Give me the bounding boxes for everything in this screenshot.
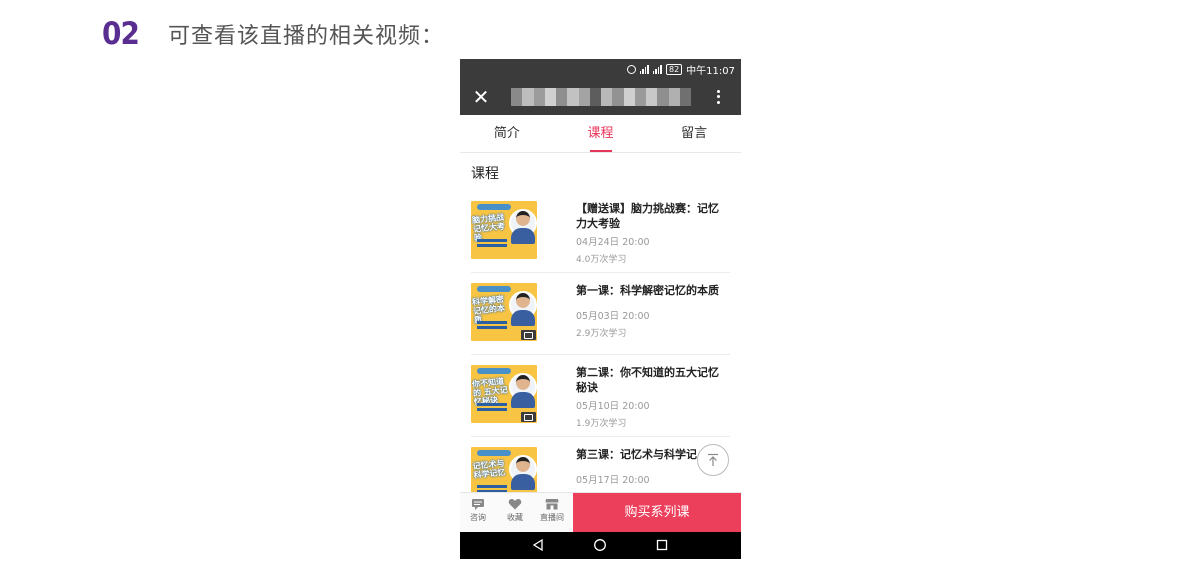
course-thumbnail: 你不知道的 五大记忆秘诀	[471, 365, 537, 423]
list-item[interactable]: 科学解密 记忆的本质 第一课：科学解密记忆的本质 05月03日 20:00 2.…	[471, 273, 730, 355]
consult-label: 咨询	[470, 513, 486, 522]
more-icon[interactable]	[712, 86, 724, 108]
course-list: 脑力挑战 记忆大考验 【赠送课】脑力挑战赛：记忆力大考验 04月24日 20:0…	[471, 191, 730, 519]
video-icon	[521, 412, 536, 422]
list-item[interactable]: 你不知道的 五大记忆秘诀 第二课：你不知道的五大记忆秘诀 05月10日 20:0…	[471, 355, 730, 437]
chat-icon	[472, 499, 484, 510]
course-title: 【赠送课】脑力挑战赛：记忆力大考验	[576, 202, 719, 230]
live-room-button[interactable]: 直播间	[536, 498, 568, 523]
course-study-count: 2.9万次学习	[576, 329, 627, 339]
course-title: 第一课：科学解密记忆的本质	[576, 284, 719, 297]
buy-series-button[interactable]: 购买系列课	[573, 493, 741, 533]
favorite-button[interactable]: 收藏	[499, 498, 531, 523]
course-date: 05月10日 20:00	[576, 401, 650, 412]
video-icon	[521, 330, 536, 340]
bottom-action-bar: 咨询 收藏 直播间 购买系列课	[460, 492, 741, 533]
tab-comments[interactable]: 留言	[647, 115, 741, 152]
recents-icon[interactable]	[655, 538, 669, 552]
course-thumbnail: 脑力挑战 记忆大考验	[471, 201, 537, 259]
scroll-to-top-button[interactable]	[697, 444, 729, 476]
favorite-label: 收藏	[507, 513, 523, 522]
close-icon[interactable]: ✕	[470, 86, 492, 108]
page-title: 可查看该直播的相关视频：	[168, 24, 445, 49]
back-icon[interactable]	[531, 538, 545, 552]
course-date: 04月24日 20:00	[576, 237, 650, 248]
page-header: 02 可查看该直播的相关视频：	[102, 14, 444, 54]
android-nav-bar	[460, 532, 741, 559]
arrow-up-icon	[708, 453, 718, 466]
phone-screenshot: 82 中午11:07 ✕ 简介 课程 留言 课程 脑力挑战 记忆大考验 【赠送课…	[460, 59, 741, 559]
course-study-count: 4.0万次学习	[576, 255, 627, 265]
home-icon[interactable]	[593, 538, 607, 552]
signal-icon	[639, 64, 649, 74]
store-icon	[545, 499, 559, 510]
alarm-icon	[626, 64, 636, 74]
signal-icon	[652, 64, 662, 74]
course-date: 05月03日 20:00	[576, 311, 650, 322]
consult-button[interactable]: 咨询	[462, 498, 494, 523]
tab-intro[interactable]: 简介	[460, 115, 554, 152]
battery-icon: 82	[665, 63, 683, 75]
status-bar: 82 中午11:07	[460, 59, 741, 79]
list-item[interactable]: 脑力挑战 记忆大考验 【赠送课】脑力挑战赛：记忆力大考验 04月24日 20:0…	[471, 191, 730, 273]
course-title: 第二课：你不知道的五大记忆秘诀	[576, 366, 719, 394]
course-study-count: 1.9万次学习	[576, 419, 627, 429]
course-date: 05月17日 20:00	[576, 475, 650, 486]
section-title: 课程	[471, 166, 499, 182]
app-bar: ✕	[460, 79, 741, 115]
tab-courses[interactable]: 课程	[554, 115, 648, 152]
course-thumbnail: 科学解密 记忆的本质	[471, 283, 537, 341]
clock: 中午11:07	[686, 65, 735, 77]
step-number: 02	[102, 16, 140, 52]
blurred-title	[511, 88, 691, 106]
live-room-label: 直播间	[540, 513, 564, 522]
heart-icon	[508, 498, 522, 510]
tab-bar: 简介 课程 留言	[460, 115, 741, 153]
